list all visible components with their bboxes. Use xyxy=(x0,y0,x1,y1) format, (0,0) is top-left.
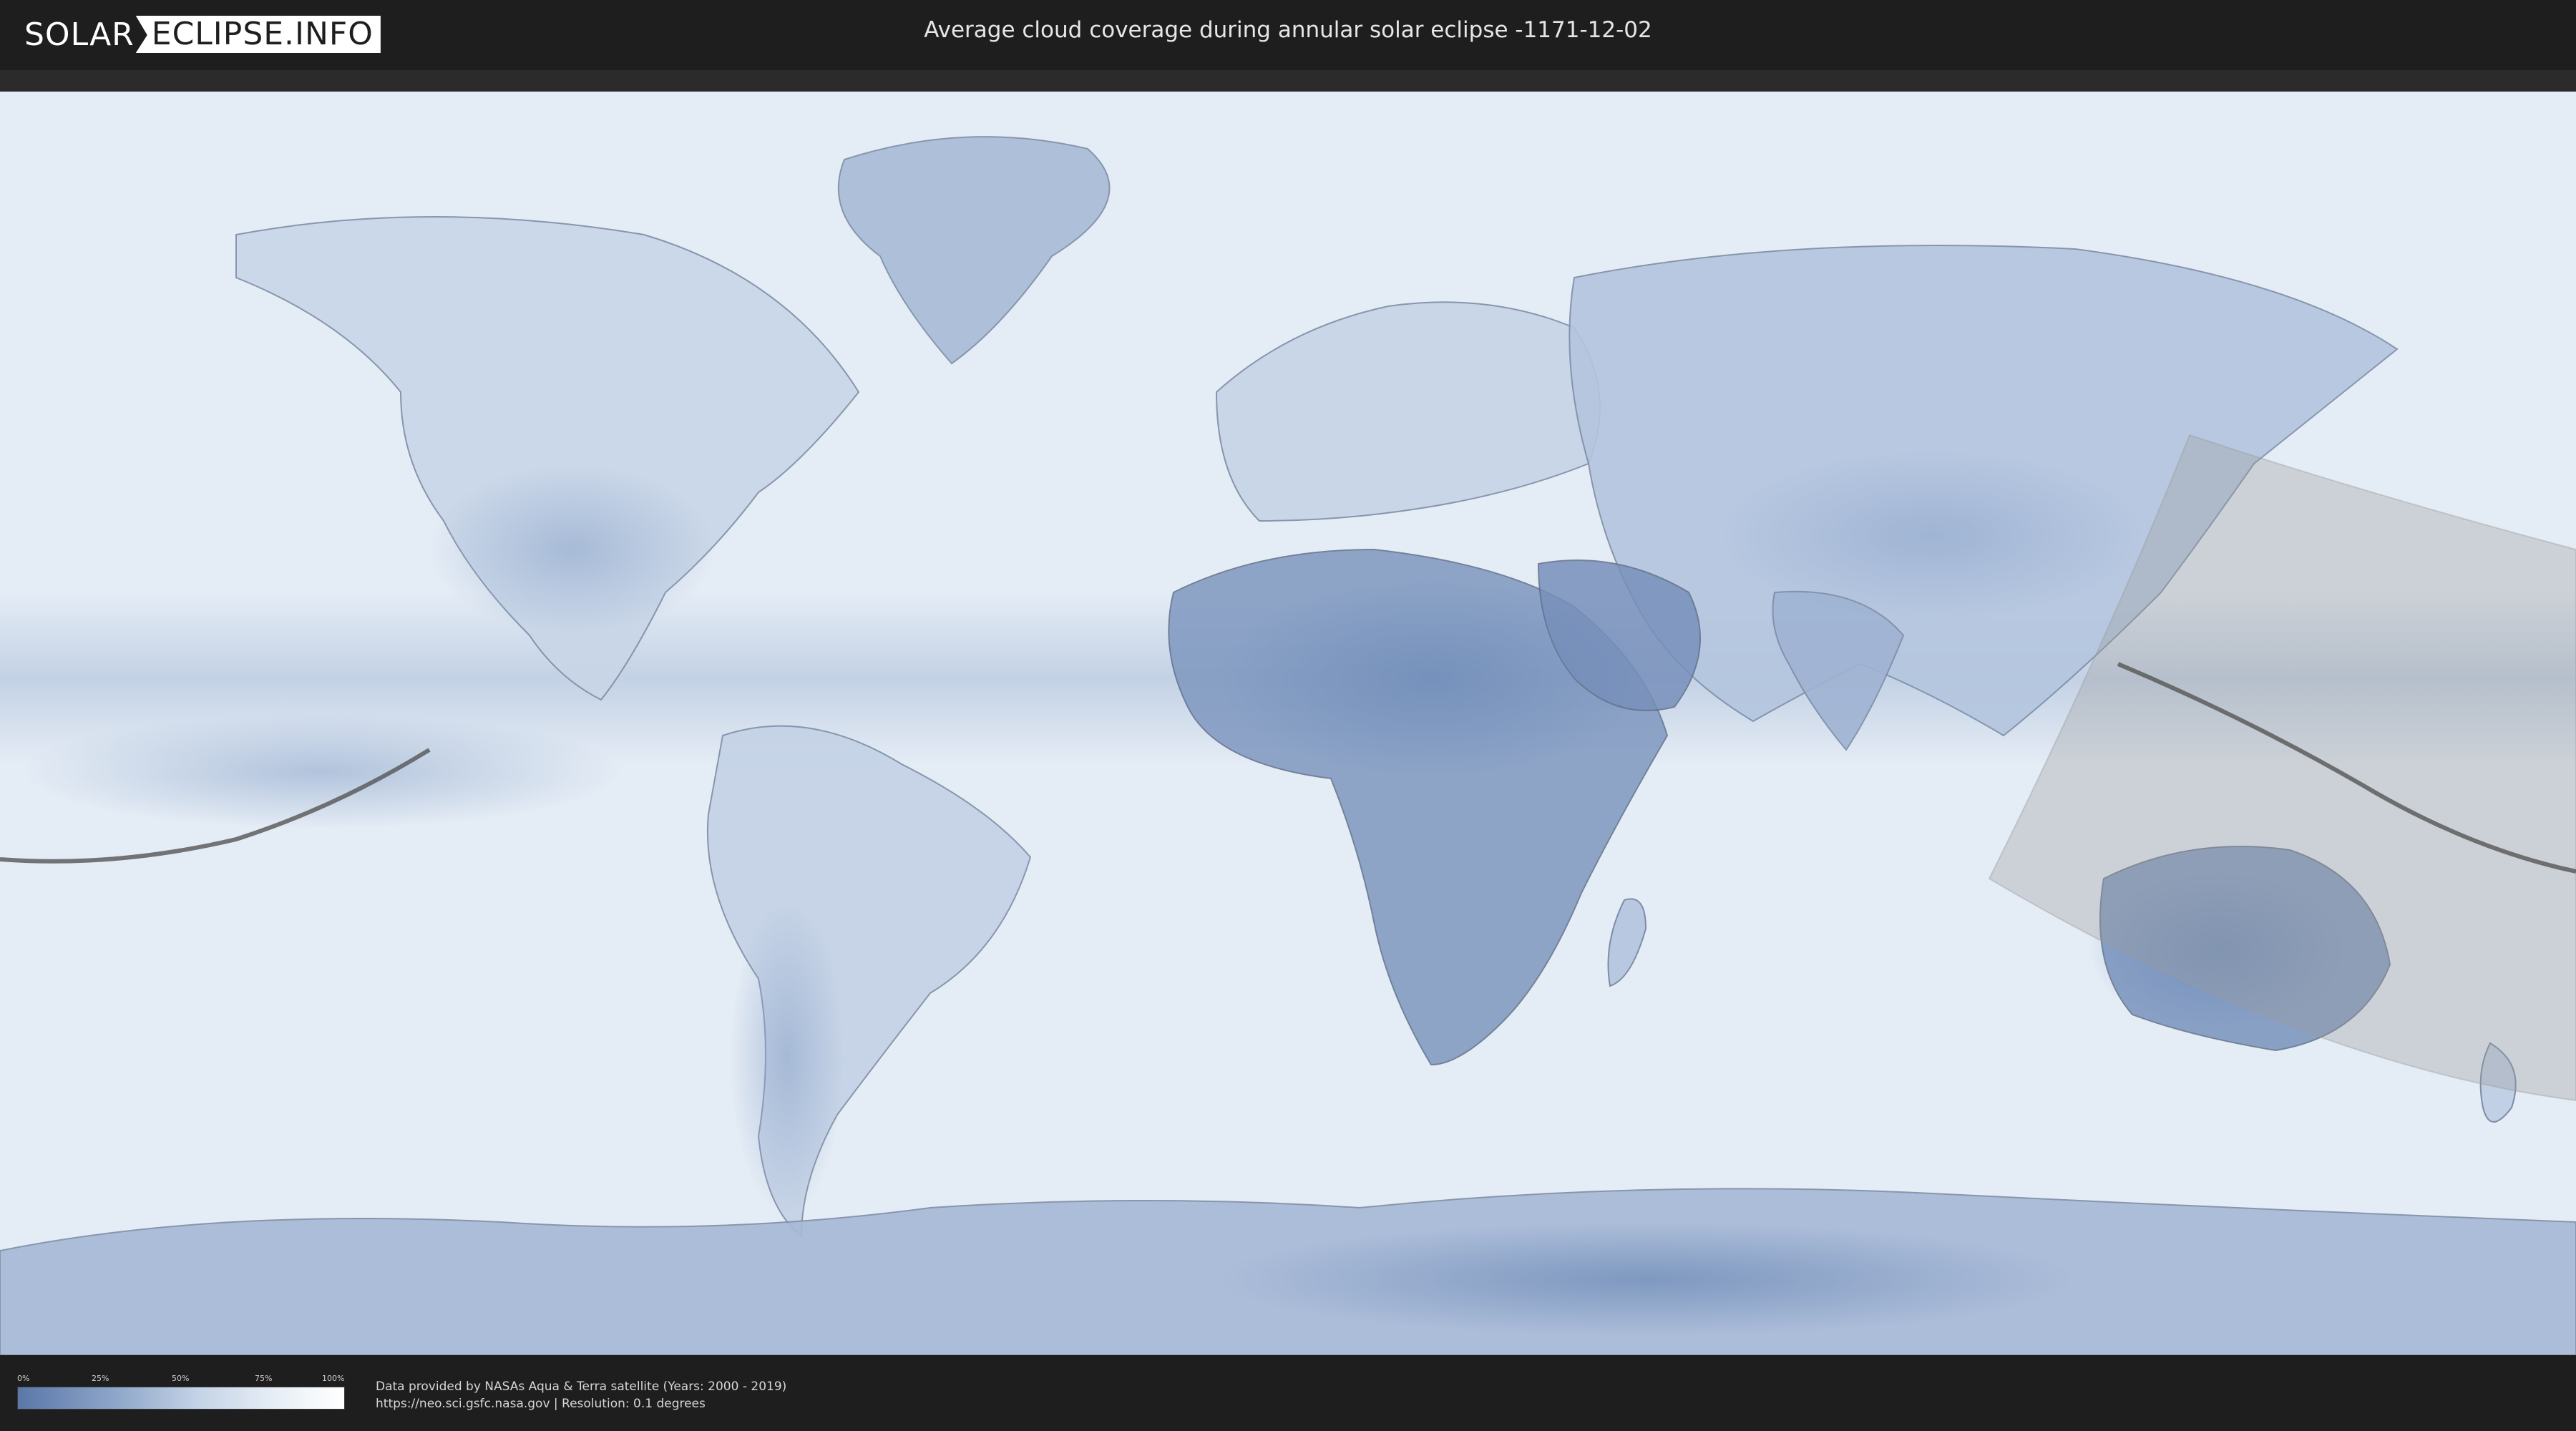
cloud-shadow-andes xyxy=(730,900,844,1215)
legend-tick-0: 0% xyxy=(17,1374,30,1383)
cloud-coverage-legend: 0% 25% 50% 75% 100% xyxy=(17,1374,345,1410)
legend-tick-100: 100% xyxy=(322,1374,345,1383)
header-bar: SOLAR ECLIPSE.INFO Average cloud coverag… xyxy=(0,0,2576,70)
cloud-shadow-pacific xyxy=(21,714,623,829)
data-credits: Data provided by NASAs Aqua & Terra sate… xyxy=(376,1378,786,1412)
cloud-coverage-map xyxy=(0,92,2576,1355)
cloud-shadow-mexico xyxy=(429,464,716,635)
world-map-graphic xyxy=(0,92,2576,1355)
cloud-shadow-antarctica xyxy=(1216,1222,2075,1337)
credits-line-1: Data provided by NASAs Aqua & Terra sate… xyxy=(376,1379,787,1394)
legend-tick-50: 50% xyxy=(172,1374,190,1383)
cloud-shadow-sahara xyxy=(1216,578,1646,778)
credits-line-2[interactable]: https://neo.sci.gsfc.nasa.gov | Resoluti… xyxy=(376,1395,786,1412)
legend-gradient-bar xyxy=(17,1387,345,1410)
legend-tick-labels: 0% 25% 50% 75% 100% xyxy=(17,1374,345,1387)
cloud-shadow-tibet xyxy=(1717,449,2147,621)
page-title: Average cloud coverage during annular so… xyxy=(924,17,1652,43)
legend-tick-25: 25% xyxy=(92,1374,109,1383)
legend-tick-75: 75% xyxy=(255,1374,273,1383)
